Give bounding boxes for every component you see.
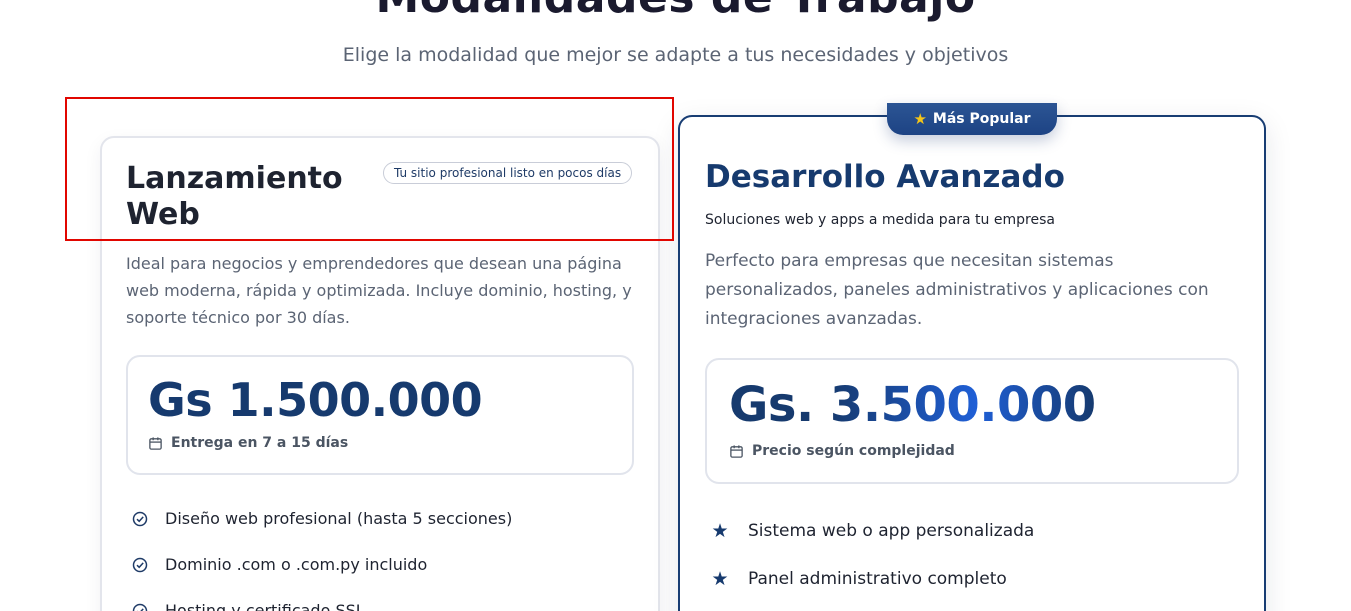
feature-item: Dominio .com o .com.py incluido [131,554,427,576]
feature-item: Hosting y certificado SSL [131,600,365,611]
check-circle-icon [132,557,148,573]
feature-item: Diseño web profesional (hasta 5 seccione… [131,508,512,530]
plan-tagline-desarrollo: Soluciones web y apps a medida para tu e… [705,212,1055,228]
star-icon: ★ [711,520,729,542]
feature-text: Dominio .com o .com.py incluido [165,555,428,574]
calendar-icon [730,444,743,458]
feature-text: Sistema web o app personalizada [748,521,1035,541]
delivery-note: Entrega en 7 a 15 días [148,434,348,452]
pricing-note-text: Precio según complejidad [752,443,955,459]
price-lanzamiento: Gs 1.500.000 [148,373,483,427]
check-circle-icon [132,603,148,611]
feature-text: Panel administrativo completo [748,569,1007,589]
plan-title-desarrollo: Desarrollo Avanzado [705,159,1065,195]
feature-item: ★ Sistema web o app personalizada [710,520,1034,542]
popular-badge-label: Más Popular [932,111,1031,127]
plan-title-lanzamiento: Lanzamiento Web [126,161,343,232]
pricing-note: Precio según complejidad [729,442,955,460]
plan-description-lanzamiento: Ideal para negocios y emprendedores que … [126,254,632,327]
plan-description-desarrollo: Perfecto para empresas que necesitan sis… [705,251,1209,329]
check-circle-icon [132,511,148,527]
price-prefix: Gs. [729,377,814,433]
star-icon: ★ [913,110,927,128]
feature-item: ★ Panel administrativo completo [710,568,1007,590]
feature-text: Hosting y certificado SSL [165,601,365,611]
calendar-icon [149,436,162,450]
plan-tag-badge: Tu sitio profesional listo en pocos días [383,162,633,184]
feature-text: Diseño web profesional (hasta 5 seccione… [165,509,513,528]
delivery-note-text: Entrega en 7 a 15 días [171,435,349,451]
star-icon: ★ [711,568,729,590]
popular-badge: ★ Más Popular [887,103,1057,135]
price-number: 3.500.000 [829,377,1096,433]
page-subtitle: Elige la modalidad que mejor se adapte a… [342,44,1009,66]
page-title: Modalidades de Trabajo [0,0,1351,20]
price-desarrollo: Gs. 3.500.000 [729,378,1096,432]
